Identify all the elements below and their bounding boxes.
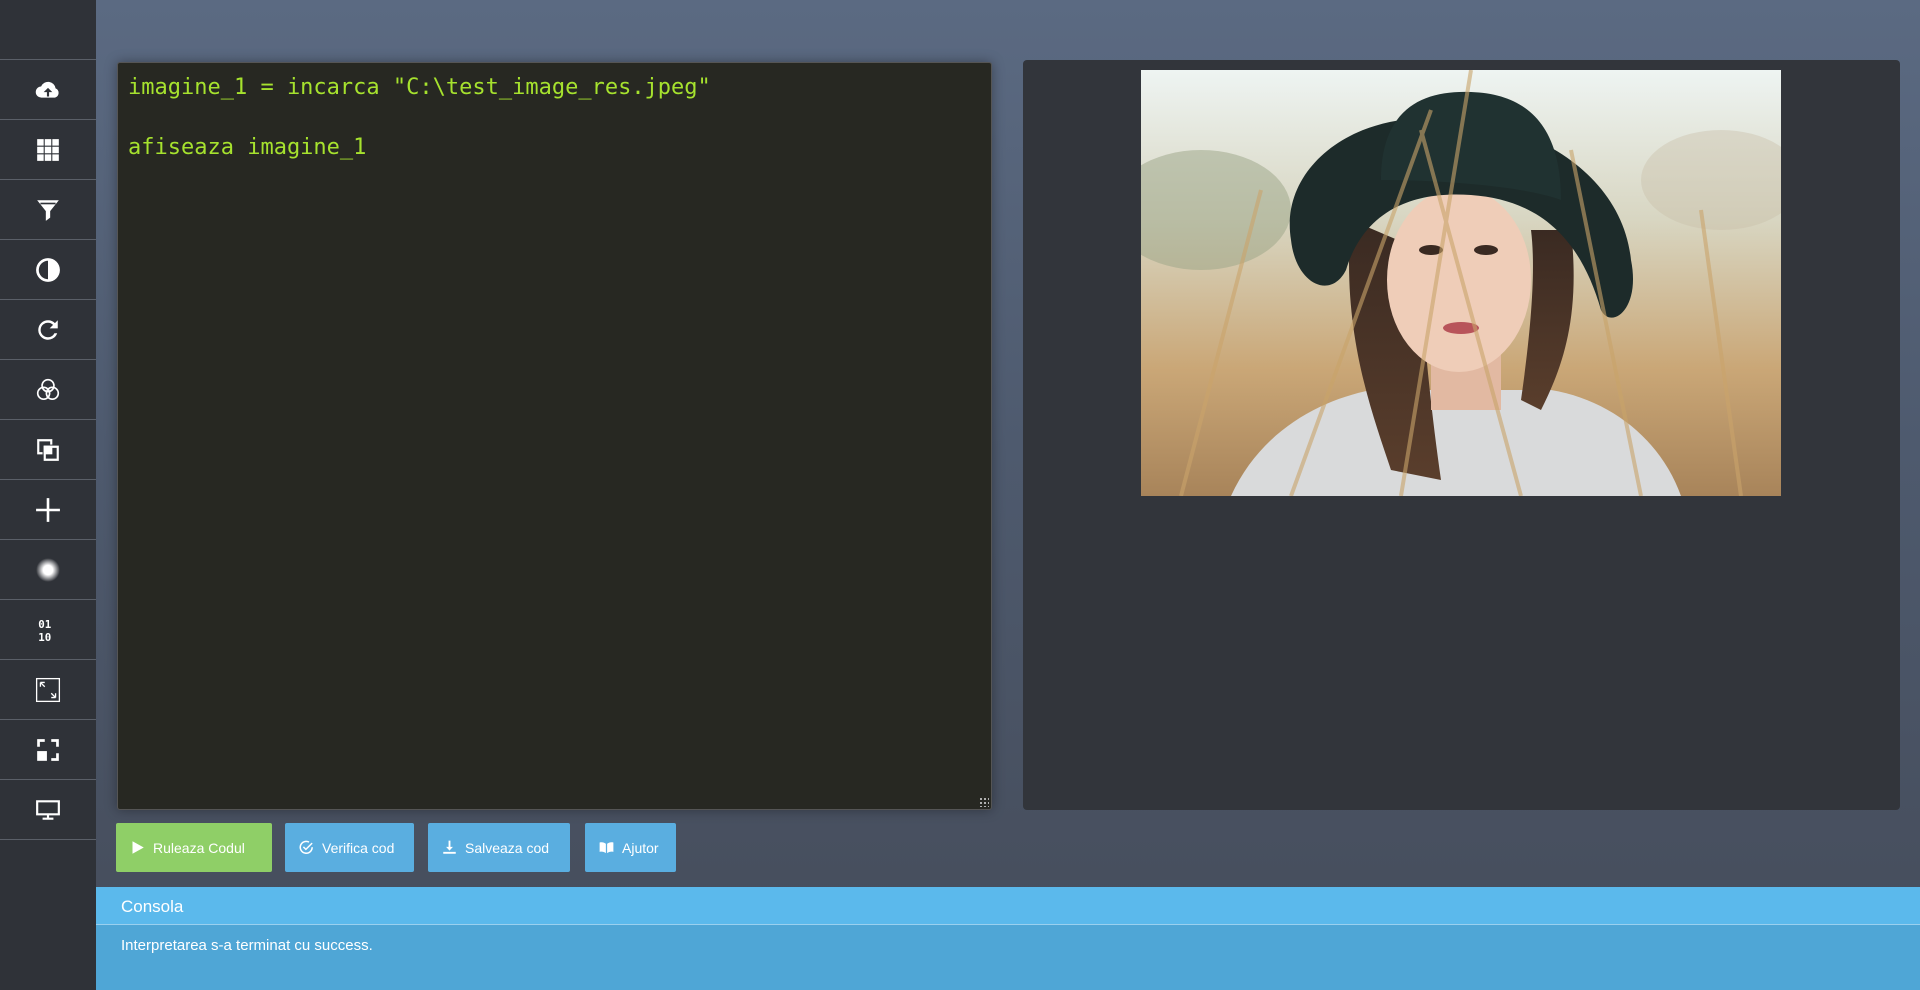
sidebar-item-crop[interactable] [0, 720, 96, 780]
run-code-button[interactable]: Ruleaza Codul [116, 823, 272, 872]
run-code-label: Ruleaza Codul [153, 839, 245, 856]
cloud-upload-icon [35, 81, 59, 98]
sidebar-item-display[interactable] [0, 780, 96, 840]
sidebar-item-blur[interactable] [0, 540, 96, 600]
verify-code-label: Verifica cod [322, 839, 395, 856]
preview-image [1141, 70, 1781, 496]
console-title: Consola [96, 887, 1920, 925]
resize-handle[interactable] [979, 797, 989, 807]
sidebar-top-spacer [0, 0, 96, 60]
plus-icon [36, 497, 60, 522]
sidebar-item-contrast[interactable] [0, 240, 96, 300]
sidebar-item-resize[interactable] [0, 660, 96, 720]
sidebar-item-rotate[interactable] [0, 300, 96, 360]
download-icon [443, 840, 456, 854]
sidebar-item-binary[interactable]: 01 10 [0, 600, 96, 660]
svg-text:10: 10 [38, 630, 51, 642]
rotate-icon [38, 319, 58, 340]
sidebar-item-add[interactable] [0, 480, 96, 540]
monitor-icon [36, 799, 60, 820]
console-panel: Consola Interpretarea s-a terminat cu su… [96, 887, 1920, 990]
code-line[interactable] [128, 103, 981, 133]
resize-image-icon [35, 677, 61, 702]
save-code-button[interactable]: Salveaza cod [428, 823, 570, 872]
contrast-icon [36, 257, 60, 282]
sidebar: 01 10 [0, 0, 96, 990]
check-circle-icon [299, 840, 313, 854]
console-message: Interpretarea s-a terminat cu success. [121, 937, 373, 954]
color-channels-icon [36, 378, 60, 400]
code-line[interactable]: imagine_1 = incarca "C:\test_image_res.j… [128, 73, 981, 103]
code-line[interactable]: afiseaza imagine_1 [128, 133, 981, 163]
layers-icon [37, 438, 59, 461]
sidebar-item-layers[interactable] [0, 420, 96, 480]
book-open-icon [599, 842, 614, 854]
code-editor[interactable]: imagine_1 = incarca "C:\test_image_res.j… [117, 62, 992, 810]
verify-code-button[interactable]: Verifica cod [285, 823, 414, 872]
sidebar-item-grid[interactable] [0, 120, 96, 180]
play-icon [132, 841, 144, 854]
image-preview-panel [1023, 60, 1900, 810]
sidebar-item-channels[interactable] [0, 360, 96, 420]
blur-dot-icon [36, 557, 60, 582]
help-label: Ajutor [622, 839, 659, 856]
sidebar-item-upload[interactable] [0, 60, 96, 120]
binary-icon: 0110 [38, 617, 51, 642]
sidebar-item-filter[interactable] [0, 180, 96, 240]
save-code-label: Salveaza cod [465, 839, 550, 856]
help-button[interactable]: Ajutor [585, 823, 676, 872]
svg-text:01: 01 [38, 617, 51, 630]
grid-icon [37, 138, 59, 161]
filter-icon [37, 199, 59, 221]
crop-expand-icon [37, 738, 59, 761]
